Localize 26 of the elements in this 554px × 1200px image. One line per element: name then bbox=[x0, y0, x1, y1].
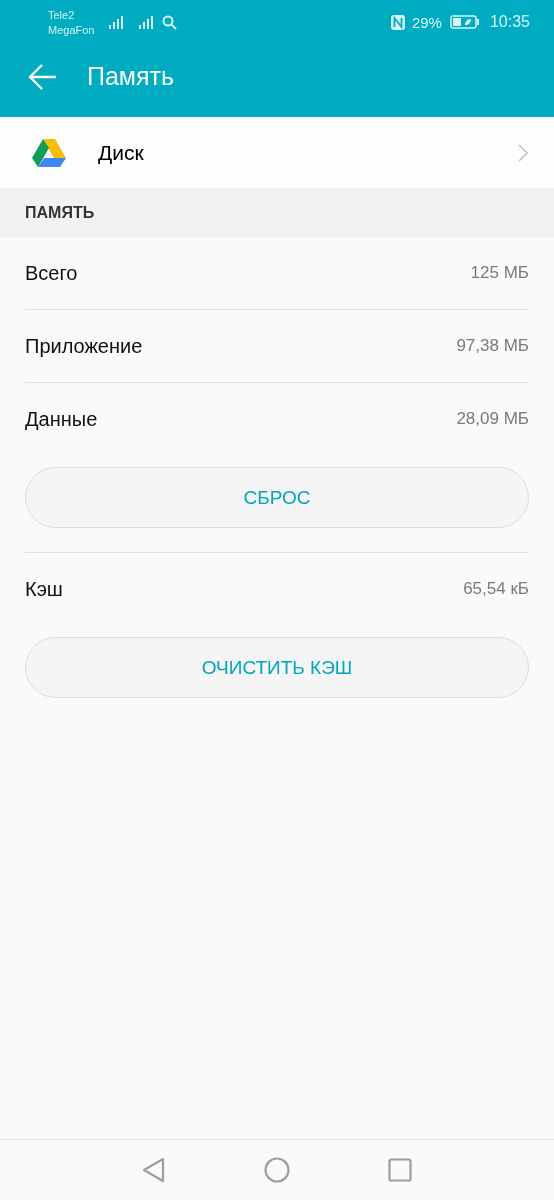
stat-value: 125 МБ bbox=[470, 263, 529, 283]
stat-label: Кэш bbox=[25, 577, 63, 601]
page-title: Память bbox=[87, 62, 175, 91]
stat-value: 28,09 МБ bbox=[456, 409, 529, 429]
carrier-name: MegaFon bbox=[48, 23, 95, 38]
recents-icon[interactable] bbox=[388, 1158, 412, 1182]
chevron-right-icon bbox=[518, 143, 528, 162]
back-icon[interactable] bbox=[142, 1157, 166, 1183]
stat-value: 65,54 кБ bbox=[463, 579, 529, 599]
search-icon bbox=[162, 14, 178, 30]
drive-logo-icon bbox=[31, 137, 67, 168]
action-button[interactable]: ОЧИСТИТЬ КЭШ bbox=[25, 637, 529, 698]
nfc-icon bbox=[389, 13, 406, 31]
carrier-name: Tele2 bbox=[48, 8, 76, 23]
stat-label: Всего bbox=[25, 261, 78, 285]
section-header: ПАМЯТЬ bbox=[0, 188, 554, 237]
app-name: Диск bbox=[98, 140, 145, 165]
clock-time: 10:35 bbox=[489, 13, 530, 31]
action-button[interactable]: СБРОС bbox=[25, 467, 529, 528]
stat-label: Приложение bbox=[25, 334, 143, 358]
back-arrow-icon[interactable] bbox=[28, 62, 58, 91]
battery-percent: 29% bbox=[411, 13, 442, 31]
home-icon[interactable] bbox=[264, 1157, 290, 1183]
stat-value: 97,38 МБ bbox=[456, 336, 529, 356]
battery-icon bbox=[449, 15, 480, 29]
stat-label: Данные bbox=[25, 407, 98, 431]
